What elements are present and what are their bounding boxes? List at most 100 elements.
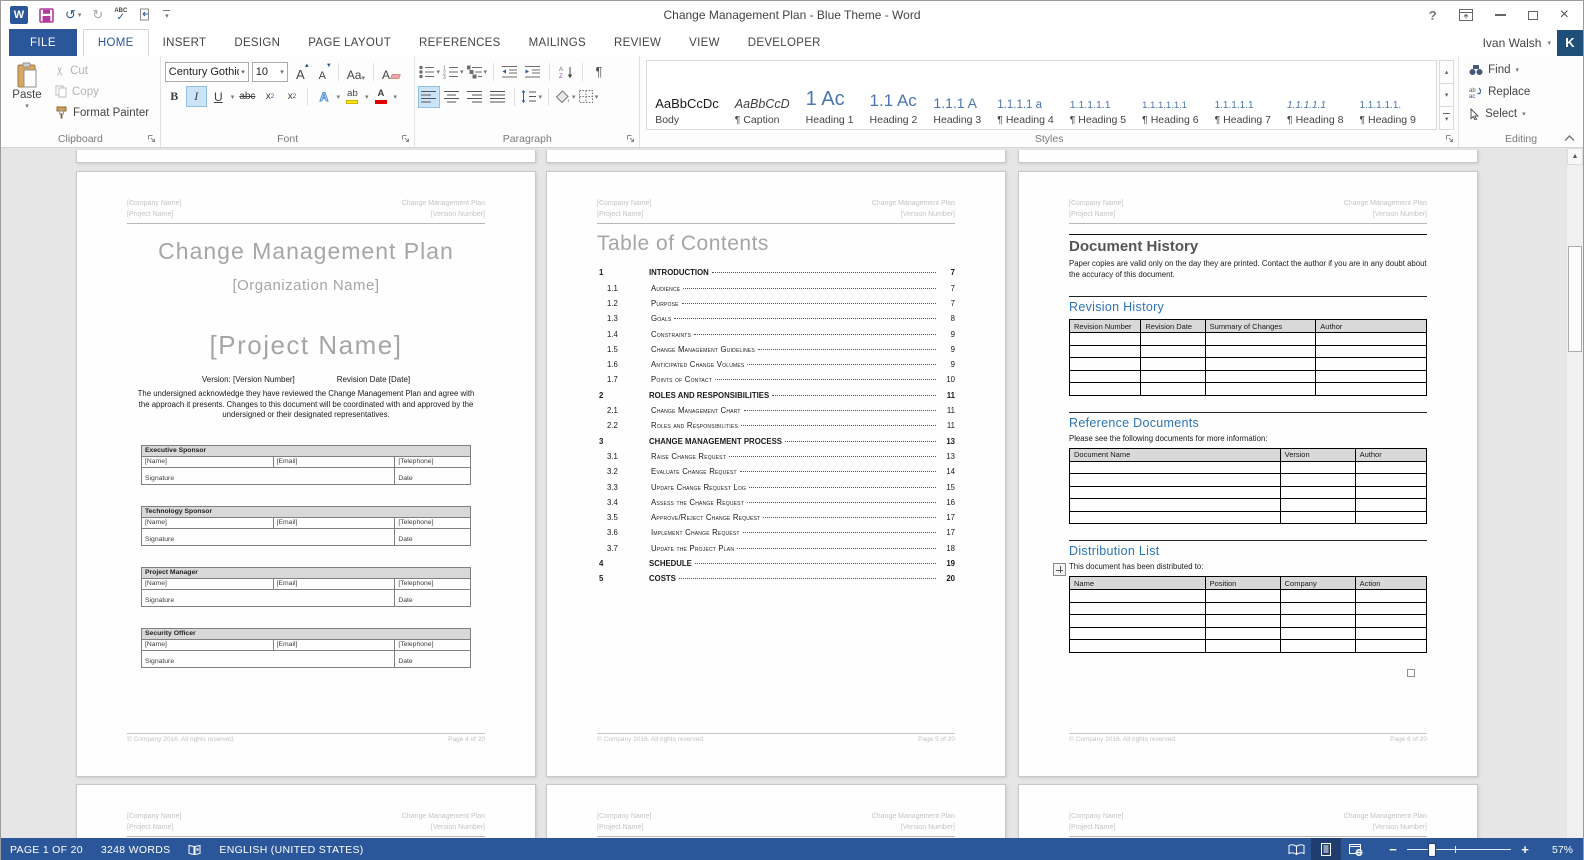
save-button[interactable] bbox=[39, 8, 54, 23]
signature-date-cell[interactable]: Date bbox=[395, 528, 471, 545]
clipboard-dialog-launcher[interactable] bbox=[147, 134, 157, 144]
table-cell[interactable] bbox=[1141, 333, 1205, 346]
page-indicator[interactable]: PAGE 1 OF 20 bbox=[1, 838, 92, 860]
signature-date-cell[interactable]: Date bbox=[395, 467, 471, 484]
style-body[interactable]: AaBbCcDcBody bbox=[647, 61, 727, 129]
sort-button[interactable]: AZ bbox=[556, 62, 576, 82]
avatar[interactable]: K bbox=[1557, 30, 1583, 56]
table-cell[interactable] bbox=[1205, 602, 1280, 615]
table-cell[interactable] bbox=[1205, 345, 1316, 358]
toc-entry-1-2[interactable]: 1.2Purpose7 bbox=[597, 299, 955, 314]
table-move-handle-icon[interactable] bbox=[1053, 563, 1066, 576]
justify-button[interactable] bbox=[488, 87, 508, 107]
signature-sign-cell[interactable]: Signature bbox=[142, 589, 395, 606]
undo-dropdown-icon[interactable]: ▾ bbox=[78, 11, 82, 19]
table-cell[interactable] bbox=[1355, 511, 1426, 524]
table-cell[interactable] bbox=[1316, 370, 1427, 383]
tab-developer[interactable]: DEVELOPER bbox=[734, 29, 835, 56]
table-cell[interactable] bbox=[1205, 627, 1280, 640]
word-count[interactable]: 3248 WORDS bbox=[92, 838, 180, 860]
zoom-out-button[interactable]: − bbox=[1387, 842, 1399, 857]
table-cell[interactable] bbox=[1070, 590, 1206, 603]
signature-date-cell[interactable]: Date bbox=[395, 650, 471, 667]
find-button[interactable]: Find ▾ bbox=[1469, 59, 1579, 81]
tab-view[interactable]: VIEW bbox=[675, 29, 734, 56]
toc-entry-1-7[interactable]: 1.7Points of Contact10 bbox=[597, 375, 955, 390]
table-cell[interactable] bbox=[1280, 640, 1355, 653]
signature-phone-cell[interactable]: [Telephone] bbox=[395, 517, 471, 528]
toc-entry-3-4[interactable]: 3.4Assess the Change Request16 bbox=[597, 498, 955, 513]
page-next-partial[interactable]: [Company Name][Project Name]Change Manag… bbox=[546, 784, 1006, 838]
signature-date-cell[interactable]: Date bbox=[395, 589, 471, 606]
print-layout-button[interactable] bbox=[1311, 838, 1341, 860]
toc-entry-1-6[interactable]: 1.6Anticipated Change Volumes9 bbox=[597, 360, 955, 375]
table-cell[interactable] bbox=[1280, 511, 1355, 524]
help-button[interactable]: ? bbox=[1429, 8, 1437, 23]
table-cell[interactable] bbox=[1070, 358, 1141, 371]
style-h6[interactable]: 1.1.1.1.1.1¶ Heading 6 bbox=[1134, 61, 1206, 129]
table-cell[interactable] bbox=[1205, 370, 1316, 383]
subscript-button[interactable]: x2 bbox=[260, 87, 279, 106]
table-cell[interactable] bbox=[1070, 370, 1141, 383]
tab-references[interactable]: REFERENCES bbox=[405, 29, 515, 56]
toc-entry-5[interactable]: 5COSTS20 bbox=[597, 574, 955, 589]
toc-entry-4[interactable]: 4SCHEDULE19 bbox=[597, 559, 955, 574]
toc-entry-3-1[interactable]: 3.1Raise Change Request13 bbox=[597, 452, 955, 467]
tab-review[interactable]: REVIEW bbox=[600, 29, 675, 56]
signature-email-cell[interactable]: [Email] bbox=[273, 517, 395, 528]
table-cell[interactable] bbox=[1205, 640, 1280, 653]
table-cell[interactable] bbox=[1355, 486, 1426, 499]
style-h4[interactable]: 1.1.1.1 a¶ Heading 4 bbox=[989, 61, 1061, 129]
table-cell[interactable] bbox=[1205, 383, 1316, 396]
table-cell[interactable] bbox=[1316, 358, 1427, 371]
vertical-scrollbar[interactable]: ▲ bbox=[1566, 148, 1583, 838]
account-dropdown-icon[interactable]: ▾ bbox=[1547, 39, 1551, 47]
zoom-level[interactable]: 57% bbox=[1543, 844, 1573, 856]
style-h7[interactable]: 1.1.1.1.1¶ Heading 7 bbox=[1207, 61, 1279, 129]
table-cell[interactable] bbox=[1355, 590, 1426, 603]
signature-sign-cell[interactable]: Signature bbox=[142, 650, 395, 667]
page-bottom-strip[interactable] bbox=[546, 150, 1006, 163]
shading-button[interactable]: ▾ bbox=[555, 87, 576, 107]
styles-more-button[interactable]: ▾ bbox=[1439, 107, 1454, 130]
style-h9[interactable]: 1.1.1.1.1.¶ Heading 9 bbox=[1351, 61, 1423, 129]
align-center-button[interactable] bbox=[442, 87, 462, 107]
page-title-page[interactable]: [Company Name][Project Name]Change Manag… bbox=[76, 171, 536, 777]
format-painter-button[interactable]: Format Painter bbox=[51, 102, 153, 123]
increase-indent-button[interactable] bbox=[523, 62, 543, 82]
zoom-slider[interactable] bbox=[1407, 843, 1511, 857]
strikethrough-button[interactable]: abc bbox=[237, 87, 257, 106]
signature-name-cell[interactable]: [Name] bbox=[142, 456, 274, 467]
table-cell[interactable] bbox=[1141, 345, 1205, 358]
font-family-select[interactable]: Century Gothic ▾ bbox=[165, 62, 249, 82]
table-cell[interactable] bbox=[1355, 640, 1426, 653]
toc-entry-2-2[interactable]: 2.2Roles and Responsibilities11 bbox=[597, 421, 955, 436]
highlight-color-button[interactable]: ab bbox=[343, 87, 362, 106]
spelling-grammar-button[interactable]: ABC ✓ bbox=[114, 8, 127, 23]
table-cell[interactable] bbox=[1141, 370, 1205, 383]
table-cell[interactable] bbox=[1316, 383, 1427, 396]
table-cell[interactable] bbox=[1070, 627, 1206, 640]
table-cell[interactable] bbox=[1070, 640, 1206, 653]
collapse-ribbon-button[interactable] bbox=[1564, 135, 1575, 142]
clear-formatting-button[interactable]: A bbox=[380, 62, 402, 82]
redo-button[interactable]: ↻ bbox=[92, 7, 103, 23]
qat-document-button[interactable] bbox=[138, 8, 152, 22]
table-cell[interactable] bbox=[1316, 333, 1427, 346]
signature-sign-cell[interactable]: Signature bbox=[142, 528, 395, 545]
table-cell[interactable] bbox=[1280, 461, 1355, 474]
copy-button[interactable]: Copy bbox=[51, 81, 153, 102]
decrease-indent-button[interactable] bbox=[500, 62, 520, 82]
table-cell[interactable] bbox=[1355, 627, 1426, 640]
style-caption[interactable]: AaBbCcD¶ Caption bbox=[727, 61, 798, 129]
font-color-button[interactable]: A bbox=[371, 87, 390, 106]
table-cell[interactable] bbox=[1070, 474, 1281, 487]
shrink-font-button[interactable]: A▼ bbox=[313, 62, 332, 82]
table-cell[interactable] bbox=[1280, 615, 1355, 628]
tab-page-layout[interactable]: PAGE LAYOUT bbox=[294, 29, 405, 56]
signature-name-cell[interactable]: [Name] bbox=[142, 578, 274, 589]
signature-name-cell[interactable]: [Name] bbox=[142, 517, 274, 528]
table-cell[interactable] bbox=[1070, 333, 1141, 346]
maximize-button[interactable] bbox=[1528, 11, 1538, 20]
change-case-button[interactable]: Aa▾ bbox=[345, 62, 367, 82]
